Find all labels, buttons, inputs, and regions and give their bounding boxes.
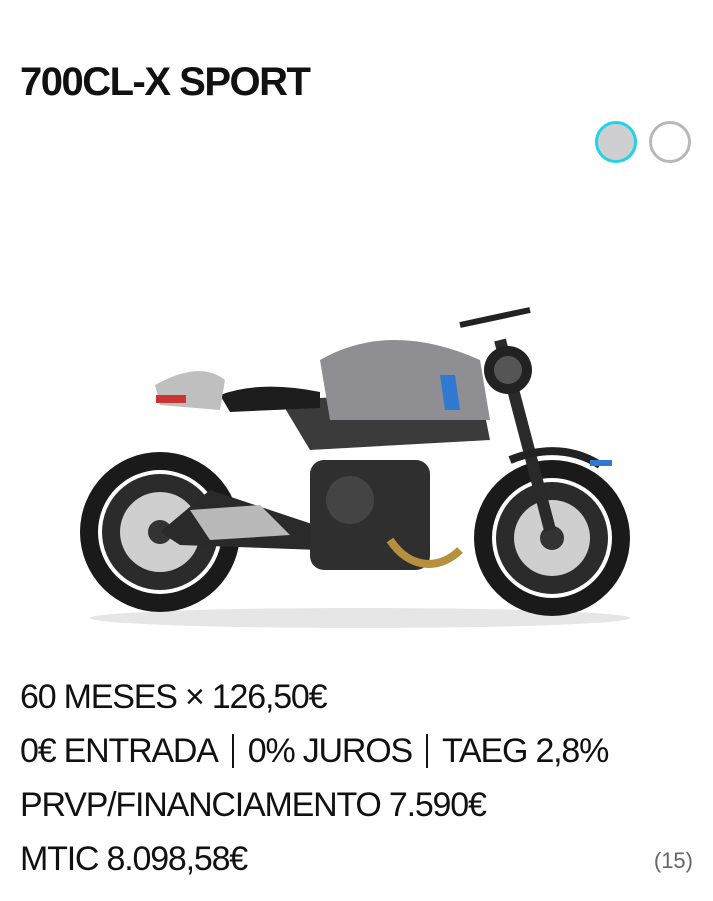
mtic-line: MTIC 8.098,58€ [20, 840, 248, 878]
color-swatches [595, 121, 691, 163]
financing-months-line: 60 MESES × 126,50€ [20, 678, 328, 716]
separator [425, 734, 428, 768]
financing-terms-line: 0€ ENTRADA 0% JUROS TAEG 2,8% [20, 724, 693, 778]
separator [231, 734, 234, 768]
prvp-line: PRVP/FINANCIAMENTO 7.590€ [20, 786, 487, 824]
financing-info: 60 MESES × 126,50€ 0€ ENTRADA 0% JUROS TAE… [20, 670, 693, 886]
color-swatch-white[interactable] [649, 121, 691, 163]
juros-text: 0% JUROS [247, 732, 413, 770]
taeg-text: TAEG 2,8% [441, 732, 609, 770]
entrada-text: 0€ ENTRADA [20, 732, 219, 770]
footnote-reference[interactable]: (15) [654, 848, 693, 874]
product-title: 700CL-X SPORT [20, 60, 311, 104]
motorcycle-image [60, 300, 660, 640]
color-swatch-silver[interactable] [595, 121, 637, 163]
